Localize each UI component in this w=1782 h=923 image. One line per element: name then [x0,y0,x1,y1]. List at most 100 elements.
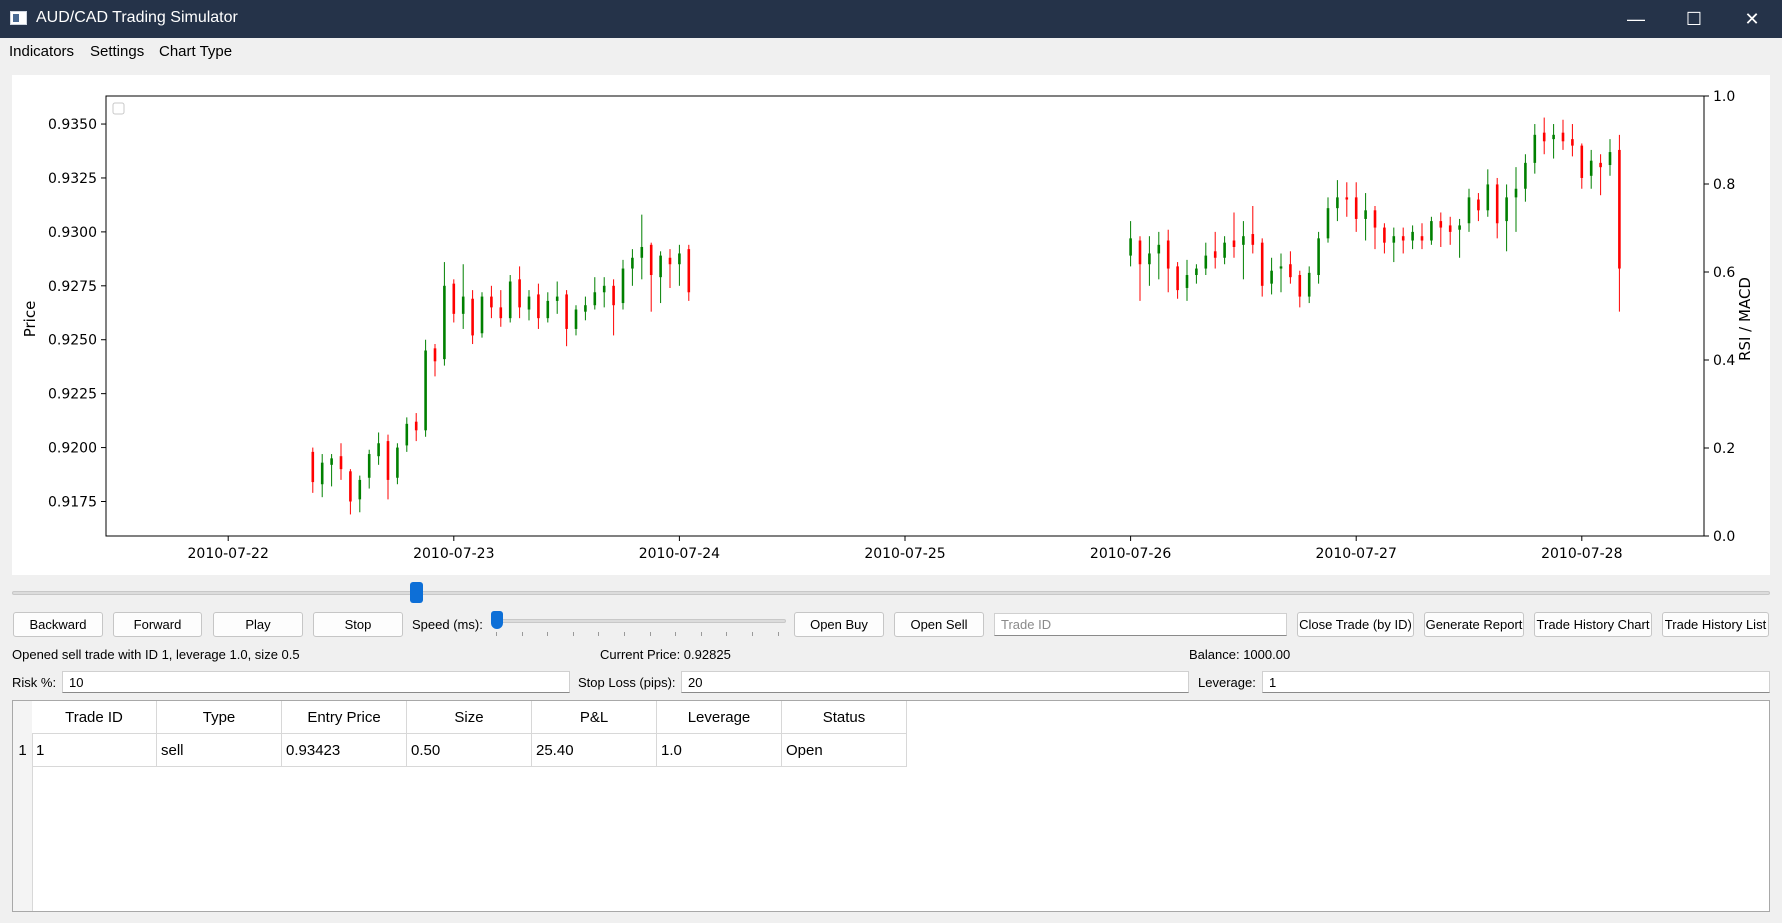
risk-input[interactable] [62,671,570,693]
cell-pnl[interactable]: 25.40 [532,734,657,767]
stop-loss-input[interactable] [681,671,1189,693]
header-pnl[interactable]: P&L [532,701,657,734]
candle-body [555,296,559,301]
y2-tick-label: 0.2 [1713,441,1735,457]
x-tick-label: 2010-07-26 [1090,546,1171,562]
leverage-label: Leverage: [1198,675,1256,690]
cell-trade-id[interactable]: 1 [32,734,157,767]
app-icon [10,11,27,25]
candle-body [1486,184,1490,211]
cell-status[interactable]: Open [782,734,907,767]
candle-body [480,296,484,334]
y-tick-label: 0.9250 [48,333,97,349]
candle-body [640,246,644,258]
speed-tick [572,632,574,636]
candle-body [1213,251,1217,258]
stop-button[interactable]: Stop [313,612,403,637]
chart-canvas: 0.9175 0.9200 0.9225 0.9250 0.9275 0.9300 0.93… [21,89,1754,562]
y2-axis-label: RSI / MACD [1736,277,1754,361]
candle-body [1561,132,1565,142]
speed-tick [649,632,651,636]
legend-checkbox[interactable] [112,102,125,115]
backward-button[interactable]: Backward [13,612,103,637]
close-trade-button[interactable]: Close Trade (by ID) [1297,612,1414,637]
menu-indicators[interactable]: Indicators [9,43,74,60]
candle-body [1354,197,1358,219]
candle-body [1608,152,1612,166]
header-status[interactable]: Status [782,701,907,734]
cell-type[interactable]: sell [157,734,282,767]
candle [508,275,512,323]
candle-body [1495,184,1499,224]
header-size[interactable]: Size [407,701,532,734]
y-tick-label: 0.9175 [48,494,97,510]
cell-entry-price[interactable]: 0.93423 [282,734,407,767]
cell-leverage[interactable]: 1.0 [657,734,782,767]
candle-body [1373,210,1377,228]
minimize-button[interactable]: — [1607,0,1665,38]
candle-body [649,244,653,276]
leverage-input[interactable] [1262,671,1770,693]
forward-button[interactable]: Forward [113,612,202,637]
speed-tick [752,632,753,636]
cell-size[interactable]: 0.50 [407,734,532,767]
candle-body [1326,208,1330,239]
menu-settings[interactable]: Settings [90,43,144,60]
speed-tick [726,632,728,636]
speed-tick [777,632,779,636]
y2-tick-label: 0.8 [1713,177,1735,193]
candle-body [621,268,625,304]
candle-body [1467,197,1471,224]
speed-slider-track[interactable] [496,619,786,623]
speed-tick [496,632,497,636]
header-entry-price[interactable]: Entry Price [282,701,407,734]
trade-history-chart-button[interactable]: Trade History Chart [1534,612,1652,637]
candle-body [1166,240,1170,269]
trade-history-list-button[interactable]: Trade History List [1662,612,1769,637]
menu-chart-type[interactable]: Chart Type [159,43,232,60]
close-button[interactable]: ✕ [1723,0,1781,38]
open-buy-button[interactable]: Open Buy [794,612,884,637]
x-tick-label: 2010-07-24 [639,546,720,562]
header-type[interactable]: Type [157,701,282,734]
candle-body [565,294,568,329]
candle-body [1589,160,1593,176]
candle-body [1533,134,1537,163]
candle-body [1477,199,1480,211]
candle-body [593,292,597,306]
y-axis-label: Price [21,301,39,338]
timeline-slider-handle[interactable] [409,582,423,603]
speed-tick [700,632,702,636]
y2-tick-label: 0.6 [1713,265,1735,281]
candle-body [1298,275,1302,297]
speed-tick [547,632,549,636]
candle-body [1260,242,1264,286]
candle-body [1580,145,1584,178]
row-header-column [13,701,33,911]
candle-body [678,253,681,265]
candle-body [1514,188,1518,198]
header-leverage[interactable]: Leverage [657,701,782,734]
candle-body [546,300,550,319]
open-sell-button[interactable]: Open Sell [894,612,984,637]
x-tick-label: 2010-07-27 [1316,546,1397,562]
candle-body [631,257,634,269]
candle-body [1279,266,1283,269]
play-button[interactable]: Play [213,612,303,637]
y-tick-label: 0.9325 [48,171,97,187]
timeline-slider-track[interactable] [12,591,1770,595]
candle-body [452,283,456,314]
speed-slider-handle[interactable] [491,611,503,629]
candle-body [1448,225,1452,232]
close-icon: ✕ [1744,8,1760,29]
candle-body [612,285,615,306]
trade-id-input[interactable] [994,613,1287,636]
candle-body [1195,268,1198,276]
maximize-button[interactable]: ☐ [1665,0,1723,38]
window-title: AUD/CAD Trading Simulator [36,9,238,26]
candle-body [339,456,343,470]
header-trade-id[interactable]: Trade ID [32,701,157,734]
candle-body [471,298,474,336]
generate-report-button[interactable]: Generate Report [1424,612,1524,637]
candle-body [1232,240,1236,247]
